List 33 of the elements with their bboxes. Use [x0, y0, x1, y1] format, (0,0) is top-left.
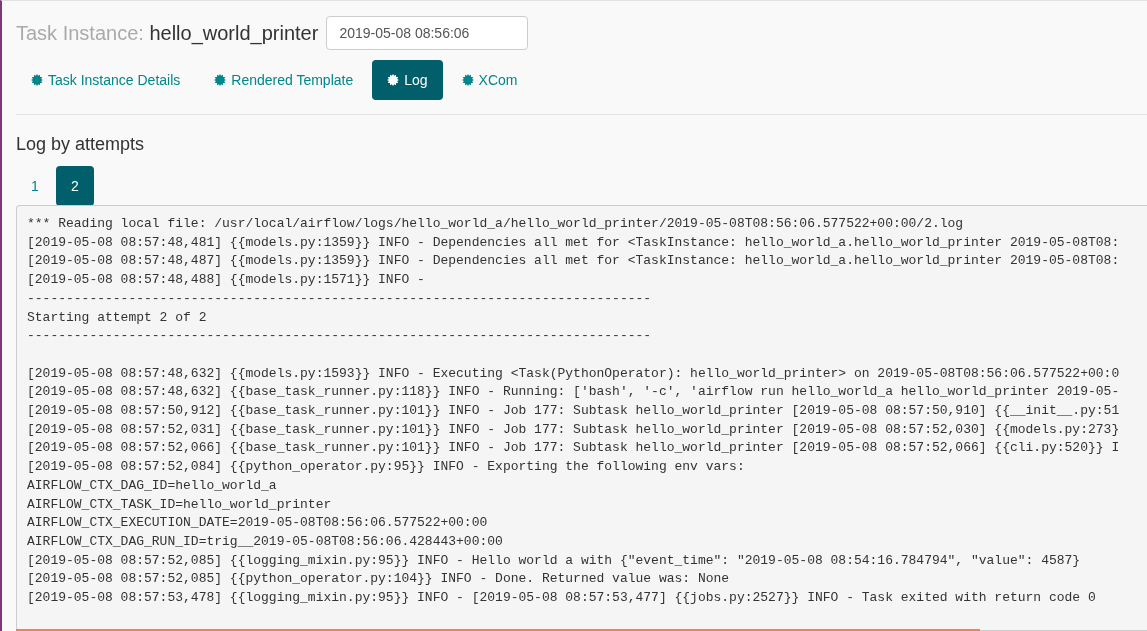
- date-field[interactable]: 2019-05-08 08:56:06: [326, 16, 529, 50]
- tab[interactable]: Log: [372, 60, 443, 100]
- log-line: AIRFLOW_CTX_EXECUTION_DATE=2019-05-08T08:56:06.577522+00:00: [27, 514, 488, 533]
- log-line: [2019-05-08 08:57:48,632] {{base_task_runner.py:118}} INFO - Running: ['bash', '-c', 'airflow run hello_world_a hello_world_printer 2019-05-: [27, 383, 1120, 402]
- log-line: [2019-05-08 08:57:52,084] {{python_operator.py:95}} INFO - Exporting the following env vars:: [27, 458, 745, 477]
- log-line: [2019-05-08 08:57:52,066] {{base_task_runner.py:101}} INFO - Job 177: Subtask hello_world_printer [2019-05-08 08:57:52,066] {{cli.py:520}} I: [27, 439, 1120, 458]
- starburst-icon: [214, 74, 227, 86]
- starburst-icon: [387, 74, 400, 86]
- log-line: AIRFLOW_CTX_TASK_ID=hello_world_printer: [27, 495, 332, 514]
- page-title: Task Instance: hello_world_printer: [16, 21, 319, 47]
- log-line: AIRFLOW_CTX_DAG_RUN_ID=trig__2019-05-08T08:56:06.428443+00:00: [27, 532, 503, 551]
- log-line: AIRFLOW_CTX_DAG_ID=hello_world_a: [27, 476, 277, 495]
- log-line: [2019-05-08 08:57:53,478] {{logging_mixin.py:95}} INFO - [2019-05-08 08:57:53,477] {{jobs.py:2527}} INFO - Task exited with return code 0: [27, 589, 1096, 608]
- tab[interactable]: Rendered Template: [199, 60, 369, 100]
- log-line: [2019-05-08 08:57:48,487] {{models.py:1359}} INFO - Dependencies all met for <TaskInstance: hello_world_a.hello_world_printer 2019-05-08T08:: [27, 252, 1120, 271]
- starburst-icon: [31, 74, 43, 86]
- log-line: [2019-05-08 08:57:48,481] {{models.py:1359}} INFO - Dependencies all met for <TaskInstance: hello_world_a.hello_world_printer 2019-05-08T08:: [27, 233, 1120, 252]
- tab[interactable]: XCom: [446, 60, 533, 100]
- section-title: Log by attempts: [16, 133, 146, 156]
- attempt-tab[interactable]: 2: [56, 166, 94, 206]
- log-line: [2019-05-08 08:57:52,031] {{base_task_runner.py:101}} INFO - Job 177: Subtask hello_world_printer [2019-05-08 08:57:52,030] {{models.py:273}: [27, 420, 1120, 439]
- log-line: Starting attempt 2 of 2: [27, 308, 207, 327]
- tab[interactable]: Task Instance Details: [16, 60, 196, 100]
- log-line: [2019-05-08 08:57:50,912] {{base_task_runner.py:101}} INFO - Job 177: Subtask hello_world_printer [2019-05-08 08:57:50,910] {{__init__.py:51: [27, 402, 1120, 420]
- log-line: [2019-05-08 08:57:52,085] {{python_operator.py:104}} INFO - Done. Returned value was: None: [27, 570, 730, 589]
- log-line: [2019-05-08 08:57:48,488] {{models.py:1571}} INFO -: [27, 271, 425, 290]
- log-line: [2019-05-08 08:57:52,085] {{logging_mixin.py:95}} INFO - Hello world a with {"event_time": "2019-05-08 08:54:16.784794", "value": 4587}: [27, 551, 1081, 570]
- log-line: [2019-05-08 08:57:48,632] {{models.py:1593}} INFO - Executing <Task(PythonOperator): hello_world_printer> on 2019-05-08T08:56:06.577522+00:0: [27, 364, 1120, 383]
- log-line: --------------------------------------------------------------------------------: [27, 289, 652, 308]
- log-line: --------------------------------------------------------------------------------: [27, 327, 652, 346]
- log-line: *** Reading local file: /usr/local/airflow/logs/hello_world_a/hello_world_printer/2019-05-08T08:56:06.577522+00:00/2.log: [27, 215, 964, 233]
- starburst-icon: [461, 74, 474, 86]
- attempt-tab[interactable]: 1: [16, 166, 54, 206]
